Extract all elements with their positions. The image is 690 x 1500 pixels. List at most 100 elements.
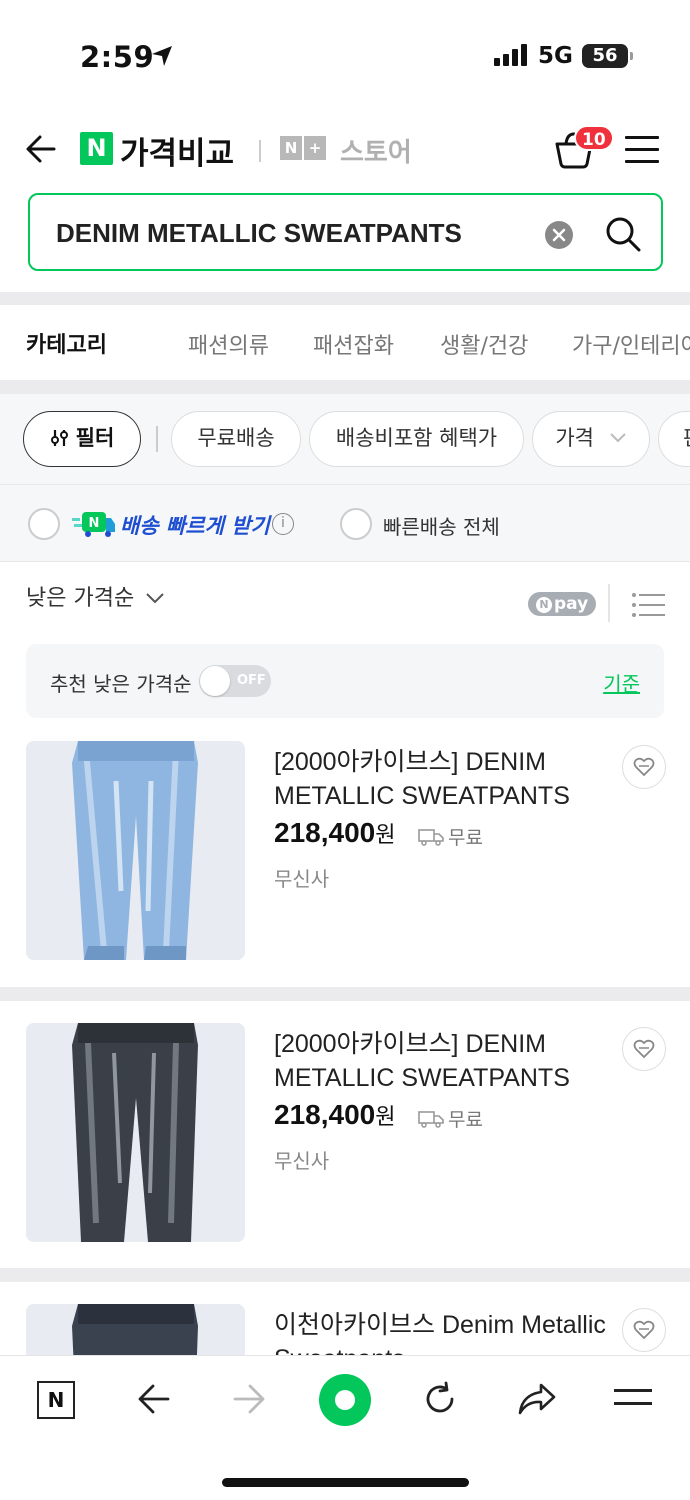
clear-search-icon[interactable] <box>545 221 573 249</box>
list-view-icon[interactable] <box>632 592 666 618</box>
npay-label: pay <box>554 594 589 614</box>
shipping-info: 무료 <box>418 1105 483 1132</box>
section-divider <box>0 292 690 305</box>
wishlist-button[interactable] <box>622 1308 666 1352</box>
heart-icon <box>633 1320 655 1340</box>
category-item[interactable]: 가구/인테리어 <box>572 328 690 360</box>
product-price: 218,400원 <box>274 1099 395 1131</box>
recommend-box: 추천 낮은 가격순 OFF 기준 <box>26 644 664 718</box>
sort-dropdown[interactable]: 낮은 가격순 <box>26 580 165 612</box>
forward-icon[interactable] <box>231 1381 267 1417</box>
toggle-state: OFF <box>237 673 266 688</box>
criteria-link[interactable]: 기준 <box>603 668 640 697</box>
refresh-icon[interactable] <box>422 1381 458 1417</box>
recommend-label: 추천 낮은 가격순 <box>50 672 192 696</box>
green-dot-icon[interactable] <box>319 1374 371 1426</box>
delivery-options: N 배송 빠르게 받기 i 빠른배송 전체 <box>0 484 690 562</box>
chip-divider <box>156 426 158 452</box>
product-title[interactable]: 이천아카이브스 Denim Metallic Sweatpants <box>274 1308 614 1355</box>
mall-name[interactable]: 무신사 <box>274 1145 329 1174</box>
product-title[interactable]: [2000아카이브스] DENIM METALLIC SWEATPANTS (G… <box>274 1027 614 1095</box>
status-time: 2:59 <box>80 40 155 74</box>
section-divider <box>0 380 690 394</box>
store-badge-n: N <box>280 136 302 160</box>
shipping-label: 무료 <box>448 1109 483 1131</box>
shipping-info: 무료 <box>418 823 483 850</box>
product-image[interactable] <box>26 741 245 960</box>
price-currency: 원 <box>375 1104 396 1129</box>
price-currency: 원 <box>375 822 396 847</box>
product-title[interactable]: [2000아카이브스] DENIM METALLIC SWEATPANTS (B… <box>274 745 614 813</box>
chevron-down-icon <box>609 433 626 443</box>
store-badge-plus: + <box>304 136 326 160</box>
chip-free-shipping[interactable]: 무료배송 <box>171 411 301 467</box>
search-input[interactable] <box>56 213 526 253</box>
chip-partial[interactable]: 판 <box>658 411 690 467</box>
store-link[interactable]: 스토어 <box>340 132 412 169</box>
price-value: 218,400 <box>274 1099 376 1130</box>
truck-icon <box>418 1110 444 1128</box>
info-icon[interactable]: i <box>272 513 294 535</box>
share-icon[interactable] <box>517 1381 557 1417</box>
price-value: 218,400 <box>274 817 376 848</box>
filter-chip-bar: 필터 무료배송 배송비포함 혜택가 가격 판 <box>0 394 690 484</box>
chip-shipping-included-price[interactable]: 배송비포함 혜택가 <box>309 411 524 467</box>
menu-icon[interactable] <box>614 1389 652 1405</box>
product-image[interactable] <box>26 1304 245 1355</box>
nplus-store-badge[interactable]: N + <box>280 136 326 160</box>
naver-logo-icon[interactable]: N <box>80 132 113 165</box>
npay-n: N <box>536 597 552 613</box>
home-indicator <box>222 1478 469 1487</box>
product-card[interactable]: [2000아카이브스] DENIM METALLIC SWEATPANTS (B… <box>0 741 690 991</box>
back-arrow-icon[interactable] <box>24 132 58 166</box>
battery-icon: 56 <box>582 44 633 68</box>
truck-icon <box>418 828 444 846</box>
search-icon[interactable] <box>604 215 642 253</box>
product-card[interactable]: [2000아카이브스] DENIM METALLIC SWEATPANTS (G… <box>0 1023 690 1273</box>
recommend-toggle[interactable]: OFF <box>199 665 271 697</box>
mall-name[interactable]: 무신사 <box>274 863 329 892</box>
wishlist-button[interactable] <box>622 745 666 789</box>
fast-delivery-label[interactable]: 배송 빠르게 받기 <box>120 510 270 540</box>
shipping-label: 무료 <box>448 827 483 849</box>
product-price: 218,400원 <box>274 817 395 849</box>
network-type: 5G <box>538 43 573 69</box>
heart-icon <box>633 757 655 777</box>
category-item[interactable]: 패션의류 <box>188 328 269 360</box>
wishlist-button[interactable] <box>622 1027 666 1071</box>
divider <box>608 584 610 622</box>
npay-filter-badge[interactable]: Npay <box>528 592 597 616</box>
all-fast-delivery-radio[interactable] <box>340 508 372 540</box>
location-arrow-icon <box>152 46 172 66</box>
price-compare-title[interactable]: 가격비교 <box>120 128 234 173</box>
category-item[interactable]: 생활/건강 <box>440 328 528 360</box>
category-item[interactable]: 패션잡화 <box>313 328 394 360</box>
category-title: 카테고리 <box>26 333 107 358</box>
naver-home-icon[interactable]: N <box>37 1381 75 1419</box>
logo-divider <box>259 140 261 162</box>
search-box <box>28 193 663 271</box>
naver-delivery-truck-icon: N <box>72 512 115 537</box>
chip-price-label: 가격 <box>555 426 594 450</box>
product-image[interactable] <box>26 1023 245 1242</box>
product-card[interactable]: 이천아카이브스 Denim Metallic Sweatpants <box>0 1304 690 1355</box>
heart-icon <box>633 1039 655 1059</box>
sort-label: 낮은 가격순 <box>26 586 135 611</box>
hamburger-menu-icon[interactable] <box>625 136 659 172</box>
all-fast-delivery-label[interactable]: 빠른배송 전체 <box>383 511 500 540</box>
cart-count-badge: 10 <box>574 125 614 151</box>
filter-sliders-icon <box>50 430 68 446</box>
section-divider <box>0 1268 690 1282</box>
section-divider <box>0 987 690 1001</box>
signal-icon <box>494 44 527 66</box>
back-icon[interactable] <box>136 1381 172 1417</box>
fast-delivery-radio[interactable] <box>28 508 60 540</box>
toggle-knob <box>200 666 230 696</box>
chevron-down-icon <box>146 593 164 604</box>
filter-label: 필터 <box>75 426 115 450</box>
svg-text:N: N <box>89 516 100 531</box>
filter-button[interactable]: 필터 <box>23 411 141 467</box>
category-bar: 카테고리 패션의류 패션잡화 생활/건강 가구/인테리어 <box>0 305 690 380</box>
status-bar: 2:59 5G 56 <box>0 0 690 110</box>
chip-price[interactable]: 가격 <box>532 411 650 467</box>
